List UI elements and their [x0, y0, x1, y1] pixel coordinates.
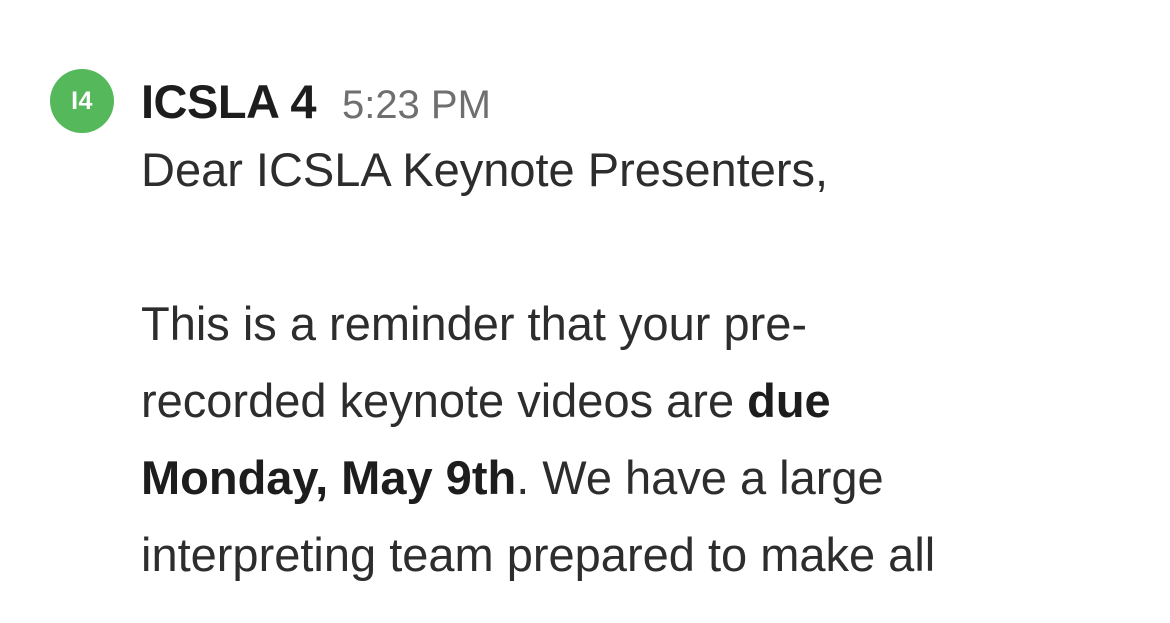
- avatar-initials: I4: [71, 86, 93, 115]
- line-text: recorded keynote videos are: [141, 374, 748, 427]
- bold-text: due: [747, 374, 831, 427]
- bold-text: Monday, May 9th: [141, 451, 517, 504]
- message: ICSLA 4 5:23 PM Dear ICSLA Keynote Prese…: [141, 74, 1151, 593]
- message-line: Monday, May 9th. We have a large: [141, 439, 1151, 516]
- message-greeting: Dear ICSLA Keynote Presenters,: [141, 143, 829, 196]
- message-line: recorded keynote videos are due: [141, 362, 1151, 439]
- line-text: . We have a large: [516, 451, 884, 504]
- avatar[interactable]: I4: [50, 69, 114, 133]
- message-timestamp[interactable]: 5:23 PM: [342, 83, 491, 128]
- chat-view: I4 ICSLA 4 5:23 PM Dear ICSLA Keynote Pr…: [0, 0, 1170, 623]
- message-line: interpreting team prepared to make all: [141, 516, 1151, 593]
- line-text: interpreting team prepared to make all: [141, 528, 936, 581]
- message-line: This is a reminder that your pre-: [141, 285, 1151, 362]
- sender-name[interactable]: ICSLA 4: [141, 74, 316, 129]
- line-text: This is a reminder that your pre-: [141, 297, 808, 350]
- message-body: Dear ICSLA Keynote Presenters, This is a…: [141, 131, 1151, 593]
- message-header: ICSLA 4 5:23 PM: [141, 74, 1151, 134]
